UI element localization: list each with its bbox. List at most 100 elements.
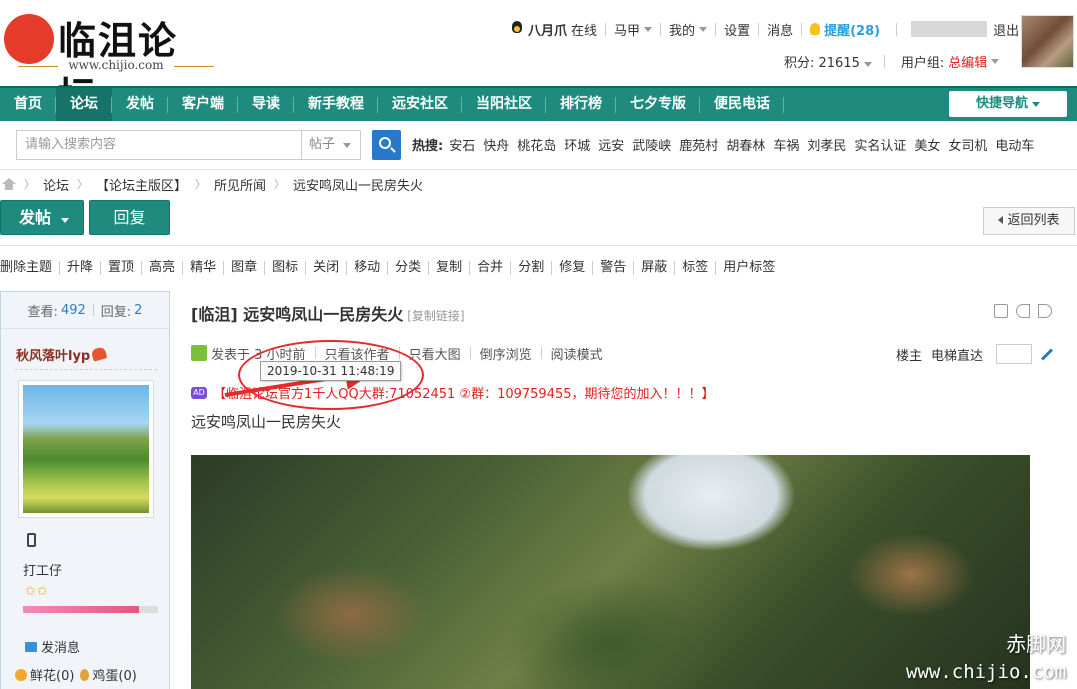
nav-item[interactable]: 当阳社区 [462, 88, 546, 121]
moderation-action[interactable]: 置顶 [101, 261, 143, 275]
floor-label: 楼主 [896, 348, 923, 364]
moderation-action[interactable]: 屏蔽 [634, 261, 676, 275]
moderation-action[interactable]: 修复 [552, 261, 594, 275]
search-icon [379, 137, 391, 149]
hot-search-item[interactable]: 鹿苑村 [679, 135, 718, 154]
floor-input[interactable] [996, 344, 1033, 364]
watermark-line1: 赤脚网 [1006, 632, 1067, 656]
moderation-action[interactable]: 图章 [224, 261, 266, 275]
remind-link[interactable]: 提醒(28) [810, 20, 880, 39]
hot-search-item[interactable]: 环城 [564, 135, 590, 154]
eggs-link[interactable]: 鸡蛋(0) [92, 665, 136, 684]
points-link[interactable]: 积分: 21615 [784, 52, 872, 71]
read-mode-link[interactable]: 阅读模式 [551, 344, 603, 363]
moderation-action[interactable]: 升降 [60, 261, 102, 275]
post-button[interactable]: 发帖 [0, 200, 84, 235]
moderation-action[interactable]: 关闭 [306, 261, 348, 275]
chevron-left-icon [998, 216, 1004, 224]
hot-search-item[interactable]: 美女 [914, 135, 940, 154]
nav-item[interactable]: 排行榜 [546, 88, 616, 121]
moderation-action[interactable]: 分类 [388, 261, 430, 275]
messages-link[interactable]: 消息 [767, 20, 793, 39]
breadcrumb-item[interactable]: 【论坛主版区】 [96, 175, 187, 194]
copy-link[interactable]: [复制链接] [407, 309, 464, 323]
previous-thread-icon[interactable] [1016, 304, 1030, 318]
level-progress-bar [23, 606, 158, 613]
hot-search-item[interactable]: 车祸 [773, 135, 799, 154]
author-name-link[interactable]: 秋风落叶lyp [16, 345, 108, 364]
post-photo[interactable] [191, 455, 1030, 689]
moderation-action[interactable]: 警告 [593, 261, 635, 275]
hot-search-item[interactable]: 武陵峡 [632, 135, 671, 154]
user-link[interactable]: 八月爪 在线 [510, 20, 597, 39]
hot-search-item[interactable]: 桃花岛 [517, 135, 556, 154]
only-big-image-link[interactable]: 只看大图 [409, 344, 461, 363]
reply-button[interactable]: 回复 [89, 200, 170, 235]
views-count: 492 [60, 302, 86, 318]
user-avatar[interactable] [1021, 15, 1074, 68]
search-input[interactable]: 请输入搜索内容 [16, 130, 302, 160]
quick-nav-button[interactable]: 快捷导航 [949, 91, 1067, 117]
print-icon[interactable] [994, 304, 1008, 318]
moderation-action[interactable]: 分割 [511, 261, 553, 275]
author-avatar[interactable] [18, 380, 154, 518]
replies-label: 回复: [100, 304, 132, 320]
usergroup-label: 用户组: [900, 56, 945, 71]
settings-link[interactable]: 设置 [724, 20, 750, 39]
separator [660, 22, 662, 36]
hot-search-item[interactable]: 快舟 [483, 135, 509, 154]
search-type-select[interactable]: 帖子 [301, 130, 361, 160]
hot-searches: 热搜: 安石 快舟 桃花岛 环城 远安 武陵峡 鹿苑村 胡春林 车祸 刘孝民 实名认证 美女 女司机 电动… [412, 135, 1042, 154]
nav-item[interactable]: 导读 [238, 88, 294, 121]
separator [605, 22, 607, 36]
vest-menu[interactable]: 马甲 [614, 20, 653, 39]
chevron-down-icon [991, 59, 1000, 64]
nav-item[interactable]: 七夕专版 [616, 88, 700, 121]
send-message-link[interactable]: 发消息 [25, 637, 80, 656]
breadcrumb-item[interactable]: 论坛 [43, 175, 69, 194]
moderation-action[interactable]: 移动 [347, 261, 389, 275]
mine-menu[interactable]: 我的 [669, 20, 708, 39]
nav-item[interactable]: 客户端 [168, 88, 238, 121]
mine-label: 我的 [669, 23, 696, 39]
phone-icon [27, 533, 36, 547]
online-status: 在线 [571, 23, 598, 39]
site-logo[interactable]: 临沮论坛 www.chijio.com [4, 6, 214, 118]
author-rank[interactable]: 打工仔 [23, 560, 62, 579]
moderation-action[interactable]: 复制 [429, 261, 471, 275]
username[interactable]: 八月爪 [528, 20, 567, 39]
hot-search-item[interactable]: 刘孝民 [807, 135, 846, 154]
home-icon[interactable] [2, 178, 16, 190]
logout-link[interactable]: 退出 [993, 20, 1019, 39]
flowers-link[interactable]: 鲜花(0) [30, 665, 74, 684]
nav-item[interactable]: 便民电话 [700, 88, 784, 121]
breadcrumb-item[interactable]: 所见所闻 [214, 175, 266, 194]
search-button[interactable] [372, 130, 401, 160]
nav-item[interactable]: 远安社区 [378, 88, 462, 121]
moderation-action[interactable]: 高亮 [142, 261, 184, 275]
usergroup-link[interactable]: 总编辑 [948, 52, 1000, 71]
moderation-action[interactable]: 精华 [183, 261, 225, 275]
breadcrumb-item[interactable]: 远安鸣凤山一民房失火 [293, 175, 423, 194]
bulb-icon [810, 23, 821, 35]
hot-search-item[interactable]: 实名认证 [854, 135, 906, 154]
hot-search-item[interactable]: 女司机 [948, 135, 987, 154]
nav-item[interactable]: 论坛 [56, 88, 112, 121]
moderation-action[interactable]: 标签 [675, 261, 717, 275]
back-to-list-button[interactable]: 返回列表 [983, 207, 1075, 235]
moderation-action[interactable]: 合并 [470, 261, 512, 275]
nav-item[interactable]: 首页 [0, 88, 56, 121]
hot-search-item[interactable]: 胡春林 [726, 135, 765, 154]
hot-search-item[interactable]: 安石 [449, 135, 475, 154]
moderation-action[interactable]: 图标 [265, 261, 307, 275]
hot-search-item[interactable]: 电动车 [995, 135, 1034, 154]
nav-item[interactable]: 新手教程 [294, 88, 378, 121]
moderation-action[interactable]: 用户标签 [716, 261, 782, 275]
reverse-order-link[interactable]: 倒序浏览 [480, 344, 532, 363]
jump-icon[interactable] [1041, 347, 1054, 361]
next-thread-icon[interactable] [1038, 304, 1052, 318]
moderation-action[interactable]: 删除主题 [0, 261, 61, 275]
user-bar: 八月爪 在线 马甲 我的 设置 消息 提醒(28) 退出 [510, 19, 1019, 39]
hot-search-item[interactable]: 远安 [598, 135, 624, 154]
nav-item[interactable]: 发帖 [112, 88, 168, 121]
